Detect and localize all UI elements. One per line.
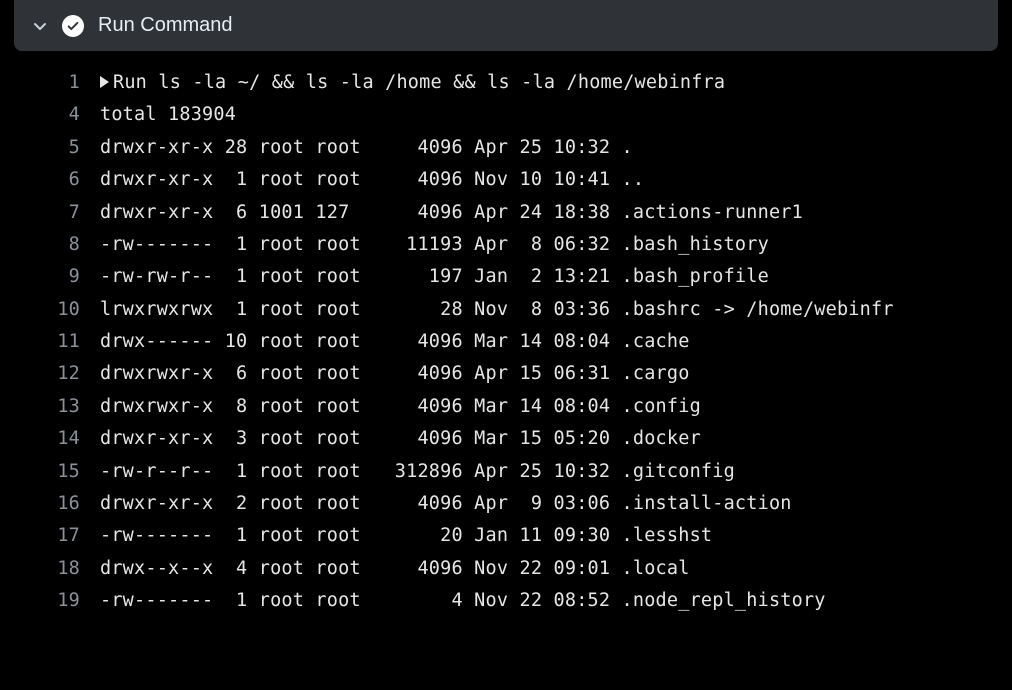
line-number: 4: [0, 99, 100, 131]
listing-text: drwxrwxr-x 8 root root 4096 Mar 14 08:04…: [100, 391, 701, 423]
listing-text: lrwxrwxrwx 1 root root 28 Nov 8 03:36 .b…: [100, 294, 894, 326]
command-text: Run ls -la ~/ && ls -la /home && ls -la …: [100, 67, 725, 99]
listing-row: 11drwx------ 10 root root 4096 Mar 14 08…: [0, 326, 1012, 358]
listing-row: 19-rw------- 1 root root 4 Nov 22 08:52 …: [0, 585, 1012, 617]
listing-text: drwx--x--x 4 root root 4096 Nov 22 09:01…: [100, 553, 690, 585]
listing-text: drwx------ 10 root root 4096 Mar 14 08:0…: [100, 326, 690, 358]
listing-text: -rw------- 1 root root 11193 Apr 8 06:32…: [100, 229, 769, 261]
listing-row: 7drwxr-xr-x 6 1001 127 4096 Apr 24 18:38…: [0, 197, 1012, 229]
line-number: 17: [0, 520, 100, 552]
listing-row: 17-rw------- 1 root root 20 Jan 11 09:30…: [0, 520, 1012, 552]
terminal-output: 1 Run ls -la ~/ && ls -la /home && ls -l…: [0, 61, 1012, 617]
listing-text: -rw-rw-r-- 1 root root 197 Jan 2 13:21 .…: [100, 261, 769, 293]
line-number: 14: [0, 423, 100, 455]
listing-text: drwxr-xr-x 28 root root 4096 Apr 25 10:3…: [100, 132, 633, 164]
line-number: 18: [0, 553, 100, 585]
line-number: 10: [0, 294, 100, 326]
listing-text: -rw------- 1 root root 20 Jan 11 09:30 .…: [100, 520, 712, 552]
log-header[interactable]: Run Command: [14, 0, 998, 51]
line-number: 9: [0, 261, 100, 293]
line-number: 8: [0, 229, 100, 261]
status-success-icon: [62, 15, 84, 37]
command-line: 1 Run ls -la ~/ && ls -la /home && ls -l…: [0, 67, 1012, 99]
listing-row: 5drwxr-xr-x 28 root root 4096 Apr 25 10:…: [0, 132, 1012, 164]
total-text: total 183904: [100, 99, 236, 131]
listing-row: 14drwxr-xr-x 3 root root 4096 Mar 15 05:…: [0, 423, 1012, 455]
listing-text: -rw------- 1 root root 4 Nov 22 08:52 .n…: [100, 585, 826, 617]
line-number: 7: [0, 197, 100, 229]
line-number: 12: [0, 358, 100, 390]
total-line: 4 total 183904: [0, 99, 1012, 131]
listing-row: 13drwxrwxr-x 8 root root 4096 Mar 14 08:…: [0, 391, 1012, 423]
line-number: 5: [0, 132, 100, 164]
listing-text: drwxr-xr-x 6 1001 127 4096 Apr 24 18:38 …: [100, 197, 803, 229]
chevron-down-icon[interactable]: [32, 18, 48, 34]
line-number: 19: [0, 585, 100, 617]
listing-text: drwxr-xr-x 2 root root 4096 Apr 9 03:06 …: [100, 488, 792, 520]
triangle-right-icon: [100, 76, 109, 88]
line-number: 16: [0, 488, 100, 520]
listing-row: 18drwx--x--x 4 root root 4096 Nov 22 09:…: [0, 553, 1012, 585]
line-number: 1: [0, 67, 100, 99]
listing-row: 15-rw-r--r-- 1 root root 312896 Apr 25 1…: [0, 456, 1012, 488]
line-number: 13: [0, 391, 100, 423]
listing-text: -rw-r--r-- 1 root root 312896 Apr 25 10:…: [100, 456, 735, 488]
line-number: 6: [0, 164, 100, 196]
listing-text: drwxr-xr-x 3 root root 4096 Mar 15 05:20…: [100, 423, 701, 455]
listing-row: 12drwxrwxr-x 6 root root 4096 Apr 15 06:…: [0, 358, 1012, 390]
listing-row: 6drwxr-xr-x 1 root root 4096 Nov 10 10:4…: [0, 164, 1012, 196]
line-number: 15: [0, 456, 100, 488]
line-number: 11: [0, 326, 100, 358]
listing-row: 9-rw-rw-r-- 1 root root 197 Jan 2 13:21 …: [0, 261, 1012, 293]
listing-row: 10lrwxrwxrwx 1 root root 28 Nov 8 03:36 …: [0, 294, 1012, 326]
listing-row: 16drwxr-xr-x 2 root root 4096 Apr 9 03:0…: [0, 488, 1012, 520]
listing-text: drwxrwxr-x 6 root root 4096 Apr 15 06:31…: [100, 358, 690, 390]
step-title: Run Command: [98, 14, 233, 37]
listing-text: drwxr-xr-x 1 root root 4096 Nov 10 10:41…: [100, 164, 644, 196]
listing-row: 8-rw------- 1 root root 11193 Apr 8 06:3…: [0, 229, 1012, 261]
